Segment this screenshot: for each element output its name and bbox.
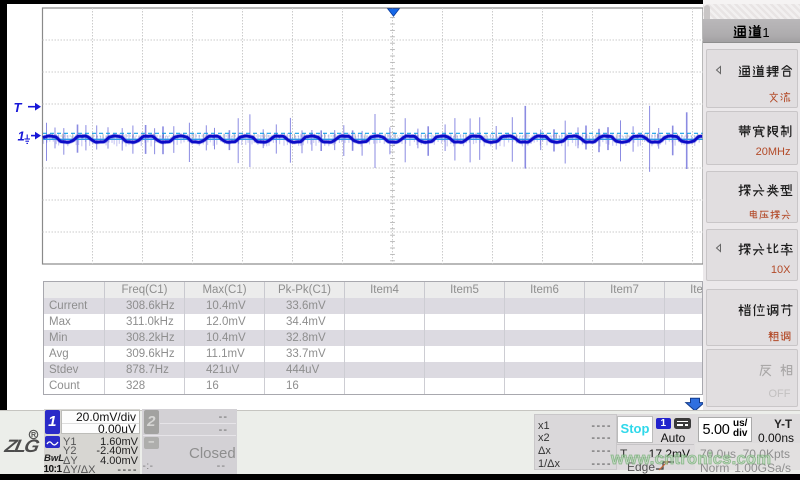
svg-text:T: T — [14, 100, 23, 115]
svg-text:1: 1 — [18, 129, 25, 144]
svg-text:R: R — [31, 432, 36, 439]
